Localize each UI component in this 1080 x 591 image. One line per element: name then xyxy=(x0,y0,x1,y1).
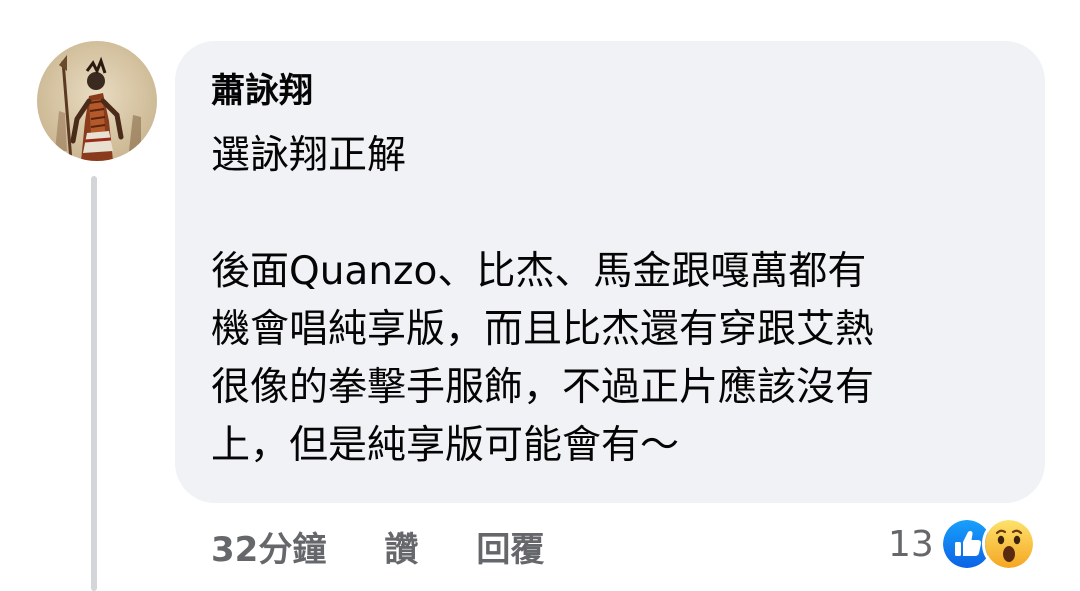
reply-button[interactable]: 回覆 xyxy=(476,522,544,571)
comment-bubble: 蕭詠翔 選詠翔正解 後面Quanzo、比杰、馬金跟嘎萬都有 機會唱純享版，而且比… xyxy=(175,41,1045,503)
avatar-image xyxy=(37,41,157,161)
comment-author[interactable]: 蕭詠翔 xyxy=(211,69,313,113)
comment-text-line: 上，但是純享版可能會有～ xyxy=(211,423,680,468)
comment-text-line: 選詠翔正解 xyxy=(211,133,407,178)
comment-text-line: 很像的拳擊手服飾，不過正片應該沒有 xyxy=(211,365,875,410)
comment-text-line xyxy=(211,185,1011,243)
like-button[interactable]: 讚 xyxy=(384,522,418,571)
comment-page: 蕭詠翔 選詠翔正解 後面Quanzo、比杰、馬金跟嘎萬都有 機會唱純享版，而且比… xyxy=(0,0,1080,591)
comment-actions: 32分鐘 讚 回覆 xyxy=(211,520,544,572)
comment-timestamp[interactable]: 32分鐘 xyxy=(211,522,326,571)
comment-text: 選詠翔正解 後面Quanzo、比杰、馬金跟嘎萬都有 機會唱純享版，而且比杰還有穿… xyxy=(211,127,1011,475)
avatar[interactable] xyxy=(37,41,157,161)
comment-text-line: 後面Quanzo、比杰、馬金跟嘎萬都有 xyxy=(211,249,867,294)
reactions-summary[interactable]: 13 xyxy=(888,516,1036,572)
reaction-count: 13 xyxy=(888,523,934,565)
comment-text-line: 機會唱純享版，而且比杰還有穿跟艾熱 xyxy=(211,307,875,352)
thread-line xyxy=(91,176,97,591)
wow-icon xyxy=(981,517,1036,571)
